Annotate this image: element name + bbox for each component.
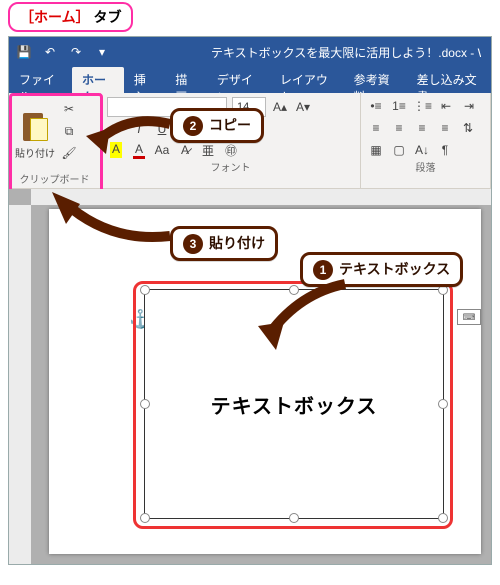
phonetic-guide-button[interactable]: 亜 — [199, 141, 217, 159]
group-paragraph: •≡ 1≡ ⋮≡ ⇤ ⇥ ≡ ≡ ≡ ≡ ⇅ ▦ ▢ A↓ ¶ — [361, 93, 491, 188]
tab-draw[interactable]: 描画 — [165, 67, 207, 93]
tab-file[interactable]: ファイル — [9, 67, 72, 93]
grow-font-button[interactable]: A▴ — [271, 98, 289, 116]
resize-handle-e[interactable] — [438, 399, 448, 409]
borders-button[interactable]: ▢ — [390, 141, 408, 159]
save-icon[interactable]: 💾 — [15, 43, 33, 61]
paste-button[interactable]: 貼り付け — [13, 96, 57, 171]
tab-design[interactable]: デザイン — [207, 67, 270, 93]
justify-button[interactable]: ≡ — [436, 119, 454, 137]
scissors-icon: ✂ — [64, 102, 74, 116]
line-spacing-button[interactable]: ⇅ — [459, 119, 477, 137]
sort-button[interactable]: A↓ — [413, 141, 431, 159]
paragraph-group-label: 段落 — [361, 159, 490, 176]
clear-formatting-button[interactable]: A̷ — [176, 141, 194, 159]
callout-paste-label: 貼り付け — [209, 235, 265, 251]
document-title: テキストボックスを最大限に活用しよう！.docx - Wo — [211, 44, 481, 61]
bracket-open: ［ — [20, 9, 34, 25]
align-center-button[interactable]: ≡ — [390, 119, 408, 137]
vertical-ruler[interactable] — [9, 205, 31, 564]
tab-mailings[interactable]: 差し込み文書 — [407, 67, 491, 93]
ribbon-tabs: ファイル ホーム 挿入 描画 デザイン レイアウト 参考資料 差し込み文書 — [9, 67, 491, 93]
quick-access-toolbar: 💾 ↶ ↷ ▾ — [15, 43, 111, 61]
callout-number-1: 1 — [313, 260, 333, 280]
callout-home-tab: ［ホーム］ タブ — [8, 2, 133, 32]
font-group-label: フォント — [101, 159, 360, 176]
group-clipboard: 貼り付け ✂ ⧉ 🖌 クリップボード — [9, 93, 101, 188]
resize-handle-w[interactable] — [140, 399, 150, 409]
cut-button[interactable]: ✂ — [59, 100, 79, 118]
tab-suffix: タブ — [90, 9, 122, 25]
text-box[interactable]: テキストボックス — [144, 289, 444, 519]
title-bar: 💾 ↶ ↷ ▾ テキストボックスを最大限に活用しよう！.docx - Wo — [9, 37, 491, 67]
qat-customize-icon[interactable]: ▾ — [93, 43, 111, 61]
text-box-content: テキストボックス — [145, 390, 443, 419]
italic-button[interactable]: I — [130, 120, 148, 138]
bracket-close: ］ — [76, 9, 90, 25]
clipboard-group-label: クリップボード — [9, 171, 100, 188]
callout-number-2: 2 — [183, 116, 203, 136]
resize-handle-n[interactable] — [289, 285, 299, 295]
tab-layout[interactable]: レイアウト — [270, 67, 344, 93]
shrink-font-button[interactable]: A▾ — [294, 98, 312, 116]
callout-number-3: 3 — [183, 234, 203, 254]
resize-handle-se[interactable] — [438, 513, 448, 523]
align-right-button[interactable]: ≡ — [413, 119, 431, 137]
callout-textbox-label: テキストボックス — [339, 261, 450, 277]
increase-indent-button[interactable]: ⇥ — [460, 97, 478, 115]
redo-icon[interactable]: ↷ — [67, 43, 85, 61]
font-color-button[interactable]: A — [130, 141, 148, 159]
undo-icon[interactable]: ↶ — [41, 43, 59, 61]
resize-handle-nw[interactable] — [140, 285, 150, 295]
numbering-button[interactable]: 1≡ — [390, 97, 408, 115]
tab-insert[interactable]: 挿入 — [124, 67, 166, 93]
callout-copy: 2 コピー — [170, 108, 264, 143]
decrease-indent-button[interactable]: ⇤ — [437, 97, 455, 115]
copy-button[interactable]: ⧉ — [59, 122, 79, 140]
paste-icon — [21, 109, 49, 143]
format-painter-button[interactable]: 🖌 — [59, 144, 79, 162]
align-left-button[interactable]: ≡ — [367, 119, 385, 137]
brush-icon: 🖌 — [61, 146, 76, 160]
highlight-color-button[interactable]: A — [107, 141, 125, 159]
multilevel-button[interactable]: ⋮≡ — [413, 97, 432, 115]
resize-handle-sw[interactable] — [140, 513, 150, 523]
horizontal-ruler[interactable] — [31, 189, 491, 205]
bold-button[interactable]: B — [107, 120, 125, 138]
home-label: ホーム — [34, 9, 76, 25]
paste-label: 貼り付け — [15, 145, 55, 160]
shading-button[interactable]: ▦ — [367, 141, 385, 159]
layout-options-icon[interactable]: ⌨ — [457, 309, 481, 325]
tab-references[interactable]: 参考資料 — [344, 67, 407, 93]
enclose-char-button[interactable]: ㊞ — [222, 141, 240, 159]
show-marks-button[interactable]: ¶ — [436, 141, 454, 159]
callout-paste: 3 貼り付け — [170, 226, 278, 261]
copy-icon: ⧉ — [65, 124, 74, 139]
callout-textbox: 1 テキストボックス — [300, 252, 463, 287]
tab-home[interactable]: ホーム — [72, 67, 124, 93]
callout-copy-label: コピー — [209, 117, 251, 133]
bullets-button[interactable]: •≡ — [367, 97, 385, 115]
resize-handle-s[interactable] — [289, 513, 299, 523]
change-case-button[interactable]: Aa — [153, 141, 171, 159]
underline-button[interactable]: U — [153, 120, 171, 138]
